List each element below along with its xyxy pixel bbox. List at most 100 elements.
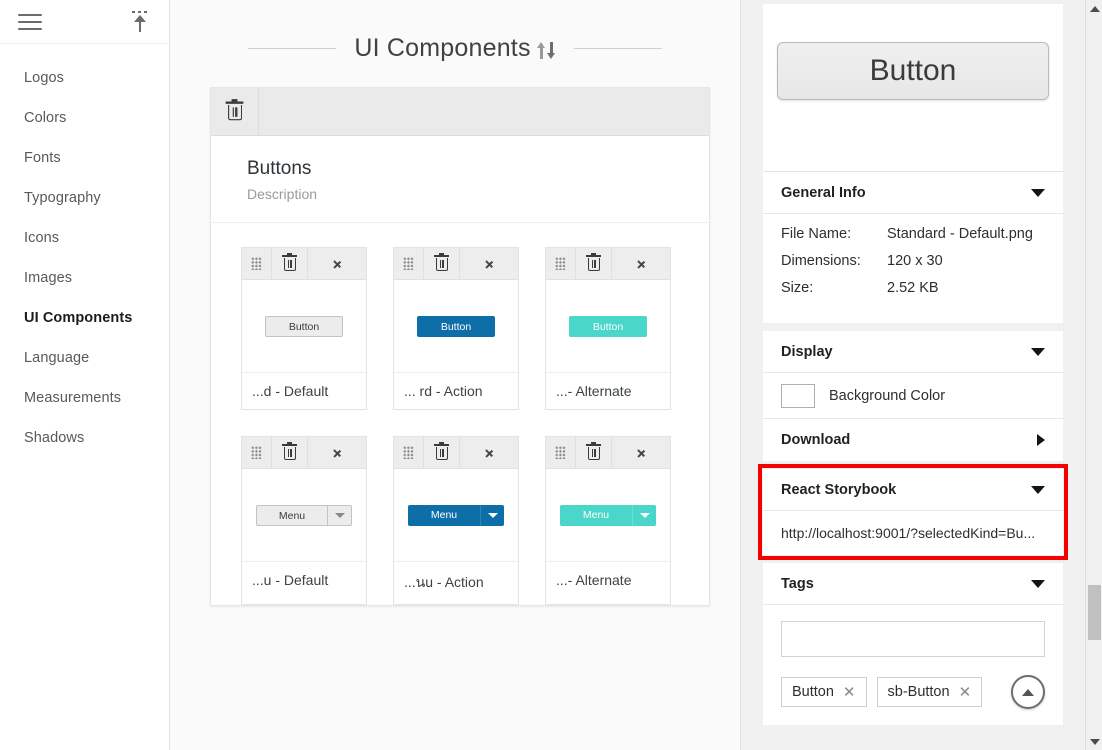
tile-expand-button[interactable] [612,248,670,279]
chevron-down-icon[interactable] [1031,347,1045,356]
tile-preview: Button [394,280,518,373]
app-root: Logos Colors Fonts Typography Icons Imag… [0,0,1102,750]
download-header[interactable]: Download [763,419,1063,461]
caret-down-icon [487,512,498,518]
drag-handle-icon[interactable] [546,248,576,279]
component-tile[interactable]: Menu ...- Alternate [545,436,671,605]
tile-preview: Menu [242,469,366,562]
tags-input[interactable] [781,621,1045,657]
group-toolbar-spacer [259,88,709,135]
background-color-swatch[interactable] [781,383,815,408]
scroll-up-button[interactable] [1086,0,1102,17]
tile-expand-button[interactable] [460,248,518,279]
chevron-up-circle-icon [1022,688,1034,696]
inspector-scrollbar[interactable] [1085,0,1102,750]
component-tile[interactable]: Button ...- Alternate [545,247,671,410]
tile-preview: Button [242,280,366,373]
react-storybook-header[interactable]: React Storybook [763,469,1063,511]
sample-button: Button [569,315,647,337]
sidebar-item-logos[interactable]: Logos [0,58,169,98]
sample-split-caret [632,504,656,526]
sidebar-item-colors[interactable]: Colors [0,98,169,138]
drag-handle-icon[interactable] [394,248,424,279]
react-storybook-url[interactable]: http://localhost:9001/?selectedKind=Bu..… [763,511,1063,555]
tile-delete-button[interactable] [272,437,308,468]
caret-down-icon [639,512,650,518]
asset-preview: Button [763,4,1063,172]
drag-handle-icon[interactable] [546,437,576,468]
tile-expand-button[interactable] [460,437,518,468]
tags-list: Button ✕ sb-Button ✕ [781,675,1045,709]
sidebar-item-measurements[interactable]: Measurements [0,378,169,418]
sort-updown-icon[interactable] [536,42,556,59]
header-rule-right [573,48,662,49]
chevron-down-icon[interactable] [1031,579,1045,588]
display-header[interactable]: Display [763,331,1063,373]
tile-toolbar [242,248,366,280]
chevron-down-icon[interactable] [1031,485,1045,494]
sample-split-label: Menu [582,508,610,521]
main-content: UI Components Buttons Description Button… [170,0,740,750]
sidebar-item-language[interactable]: Language [0,338,169,378]
group-delete-button[interactable] [211,88,259,135]
tile-expand-button[interactable] [308,437,366,468]
trash-icon [282,442,297,461]
hamburger-icon[interactable] [18,13,42,30]
tile-delete-button[interactable] [576,437,612,468]
component-tile[interactable]: Button ... rd - Action [393,247,519,410]
tile-label: ... rd - Action [404,383,483,399]
tile-delete-button[interactable] [424,248,460,279]
general-info-section: General Info File Name: Standard - Defau… [763,172,1063,323]
trash-icon [434,442,449,461]
preview-button: Button [777,42,1049,100]
component-tile[interactable]: Menu ...u - Default [241,436,367,605]
general-info-header[interactable]: General Info [763,172,1063,214]
tile-expand-button[interactable] [308,248,366,279]
upload-icon[interactable] [129,10,151,33]
sample-split-button: Menu [408,504,504,526]
close-icon[interactable]: ✕ [959,685,972,700]
component-tile[interactable]: Menu ...นu - Action [393,436,519,605]
sidebar-item-icons[interactable]: Icons [0,218,169,258]
drag-handle-icon[interactable] [242,437,272,468]
chevron-right-icon [333,446,342,460]
tags-body: Button ✕ sb-Button ✕ [763,605,1063,725]
sidebar-item-images[interactable]: Images [0,258,169,298]
sidebar-item-shadows[interactable]: Shadows [0,418,169,458]
tags-section: Tags Button ✕ sb-Button ✕ [763,563,1063,725]
tile-expand-button[interactable] [612,437,670,468]
tile-toolbar [242,437,366,469]
chevron-right-icon [637,257,646,271]
chevron-right-icon[interactable] [1037,434,1045,446]
component-tile[interactable]: Button ...d - Default [241,247,367,410]
background-color-label: Background Color [829,387,946,404]
tile-toolbar [394,248,518,280]
group-title: Buttons [247,158,312,179]
tile-preview: Menu [546,469,670,562]
display-section: Display Background Color Download [763,331,1063,461]
sidebar-item-ui-components[interactable]: UI Components [0,298,169,338]
sidebar-header [0,0,169,44]
sidebar-item-fonts[interactable]: Fonts [0,138,169,178]
tile-delete-button[interactable] [424,437,460,468]
group-description: Description [247,186,318,202]
sidebar-item-typography[interactable]: Typography [0,178,169,218]
tag-chip[interactable]: sb-Button ✕ [876,677,983,707]
tile-delete-button[interactable] [272,248,308,279]
chevron-down-icon[interactable] [1031,188,1045,197]
tags-header[interactable]: Tags [763,563,1063,605]
inspector-scroll-content: Button General Info File Name: Standard … [741,0,1085,750]
background-color-row: Background Color [763,373,1063,419]
tag-chip[interactable]: Button ✕ [781,677,867,707]
component-group-card: Buttons Description Button ...d - Defaul… [210,87,710,606]
scroll-down-button[interactable] [1086,733,1102,750]
drag-handle-icon[interactable] [242,248,272,279]
triangle-down-icon [1089,738,1100,745]
drag-handle-icon[interactable] [394,437,424,468]
collapse-panel-button[interactable] [1011,675,1045,709]
scrollbar-thumb[interactable] [1088,585,1101,640]
tile-delete-button[interactable] [576,248,612,279]
download-title: Download [781,432,851,448]
info-value: 2.52 KB [887,280,939,296]
close-icon[interactable]: ✕ [843,685,856,700]
